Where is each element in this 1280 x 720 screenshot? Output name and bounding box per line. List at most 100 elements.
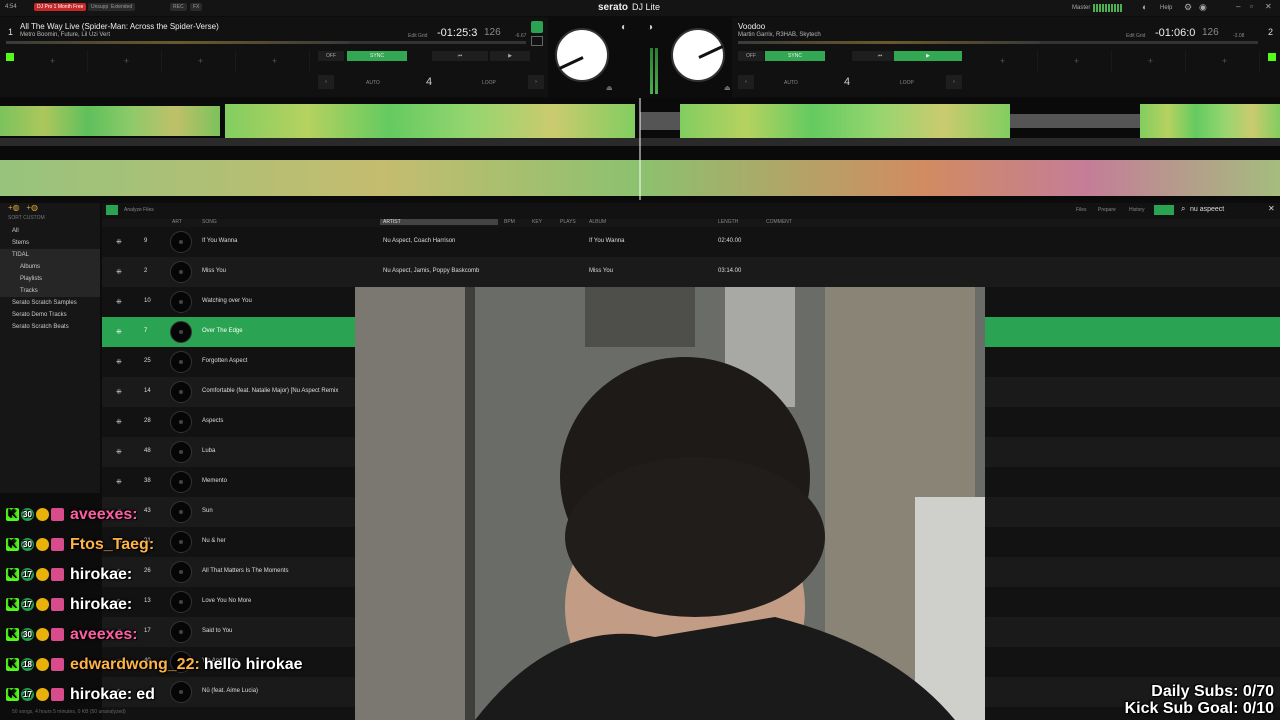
loop-prev[interactable]: ‹ [318,75,334,89]
sidebar-item-tidal[interactable]: TIDAL [0,249,100,261]
list-view-icon[interactable] [106,205,118,215]
table-row[interactable]: ⁜ 2 Miss You Nu Aspect, Jamis, Poppy Baskco… [102,257,1280,287]
chat-message: K 17 hirokae: ed [6,686,155,714]
col-comment[interactable]: COMMENT [766,219,792,225]
deck-left-sync-icon[interactable] [531,21,543,33]
track-number: 28 [144,418,151,424]
tab-history[interactable]: History [1129,207,1145,213]
sidebar-item-demo-tracks[interactable]: Serato Demo Tracks [0,309,100,321]
hotcue-3[interactable]: + [166,50,236,72]
song-title: If You Wanna [202,238,238,244]
left-rotate-icon[interactable]: ◐ [621,22,627,33]
loop-label[interactable]: LOOP [900,80,914,86]
chat-username[interactable]: hirokae: [70,596,132,613]
sidebar-item-playlists[interactable]: Playlists [0,273,100,285]
loop-label[interactable]: LOOP [482,80,496,86]
chat-username[interactable]: aveexes: [70,506,138,523]
hotcue-4[interactable]: + [1190,50,1260,72]
edit-grid-label[interactable]: Edit Grid [408,33,427,39]
right-eject-icon[interactable]: ⏏ [724,84,731,92]
track-number: 48 [144,448,151,454]
waveform-panel[interactable] [0,98,1280,200]
song-title: Watching over You [202,298,252,304]
keylock-off[interactable]: OFF [318,51,344,61]
rec-button[interactable]: REC [170,3,187,11]
chat-username[interactable]: aveexes: [70,626,138,643]
pill-1[interactable]: Extended [108,3,136,11]
chat-username[interactable]: Ftos_Taeg: [70,536,154,553]
drag-handle-icon[interactable]: ⁜ [116,418,122,426]
drag-handle-icon[interactable]: ⁜ [116,448,122,456]
hotcue-3[interactable]: + [1116,50,1186,72]
gear-icon[interactable]: ⚙ [1184,2,1192,13]
user-icon[interactable]: ◉ [1199,2,1207,13]
col-length[interactable]: LENGTH [718,219,738,225]
drag-handle-icon[interactable]: ⁜ [116,478,122,486]
col-song[interactable]: SONG [202,219,217,225]
promo-button[interactable]: DJ Pro 1 Month Free [34,3,87,11]
close-icon[interactable]: ✕ [1265,2,1272,11]
sidebar-item-all[interactable]: All [0,225,100,237]
search-input[interactable]: nu aspeect [1190,206,1224,213]
sub-badge-icon: 30 [21,508,34,522]
play-button[interactable]: ▶ [490,51,530,61]
sync-button[interactable]: SYNC [347,51,407,61]
chat-username[interactable]: edwardwong_22: [70,656,200,673]
drag-handle-icon[interactable]: ⁜ [116,238,122,246]
sync-button[interactable]: SYNC [765,51,825,61]
sidebar-item-albums[interactable]: Albums [0,261,100,273]
drag-handle-icon[interactable]: ⁜ [116,328,122,336]
track-overview[interactable] [6,41,526,44]
table-row[interactable]: ⁜ 9 If You Wanna Nu Aspect, Coach Harrison I… [102,227,1280,257]
col-key[interactable]: KEY [532,219,542,225]
tab-prepare[interactable]: Prepare [1098,207,1116,213]
hotcue-1[interactable]: + [18,50,88,72]
sidebar-item-scratch-beats[interactable]: Serato Scratch Beats [0,321,100,333]
chat-username[interactable]: hirokae: [70,566,132,583]
fx-button[interactable]: FX [190,3,203,11]
view-toggle[interactable] [1154,205,1174,215]
play-button[interactable]: ▶ [894,51,962,61]
help-menu[interactable]: Help [1160,5,1172,11]
record-icon[interactable]: ◐ [1142,2,1147,12]
auto-loop[interactable]: AUTO [366,80,380,86]
hotcue-2[interactable]: + [92,50,162,72]
right-platter[interactable] [671,28,725,82]
clear-search-icon[interactable]: ✕ [1268,204,1275,213]
deck-left-grid-icon[interactable] [531,36,543,46]
hotcue-1[interactable]: + [968,50,1038,72]
col-art[interactable]: ART [172,219,182,225]
sidebar-item-tracks[interactable]: Tracks [0,285,100,297]
track-title: Voodoo [738,22,766,31]
drag-handle-icon[interactable]: ⁜ [116,388,122,396]
drag-handle-icon[interactable]: ⁜ [116,268,122,276]
edit-grid-label[interactable]: Edit Grid [1126,33,1145,39]
loop-prev[interactable]: ‹ [738,75,754,89]
tab-files[interactable]: Files [1076,207,1087,213]
col-artist[interactable]: ARTIST [380,219,498,225]
track-overview[interactable] [738,41,1258,44]
chat-username[interactable]: hirokae: [70,686,132,703]
right-rotate-icon[interactable]: ◑ [647,22,653,33]
left-platter[interactable] [555,28,609,82]
sidebar-item-stems[interactable]: Stems [0,237,100,249]
cue-prev-button[interactable]: ⏮ [432,51,488,61]
maximize-icon[interactable]: ▫ [1250,2,1253,11]
col-bpm[interactable]: BPM [504,219,515,225]
sidebar-toolbar[interactable]: +◍ +◍ [0,203,100,215]
kick-badge-icon: K [6,688,19,702]
hotcue-4[interactable]: + [240,50,310,72]
analyze-files-button[interactable]: Analyze Files [124,207,154,213]
loop-next[interactable]: › [946,75,962,89]
loop-next[interactable]: › [528,75,544,89]
drag-handle-icon[interactable]: ⁜ [116,358,122,366]
sidebar-item-scratch-samples[interactable]: Serato Scratch Samples [0,297,100,309]
col-plays[interactable]: PLAYS [560,219,576,225]
hotcue-2[interactable]: + [1042,50,1112,72]
drag-handle-icon[interactable]: ⁜ [116,298,122,306]
col-album[interactable]: ALBUM [589,219,606,225]
auto-loop[interactable]: AUTO [784,80,798,86]
minimize-icon[interactable]: – [1236,2,1240,11]
left-eject-icon[interactable]: ⏏ [606,84,613,92]
keylock-off[interactable]: OFF [738,51,764,61]
